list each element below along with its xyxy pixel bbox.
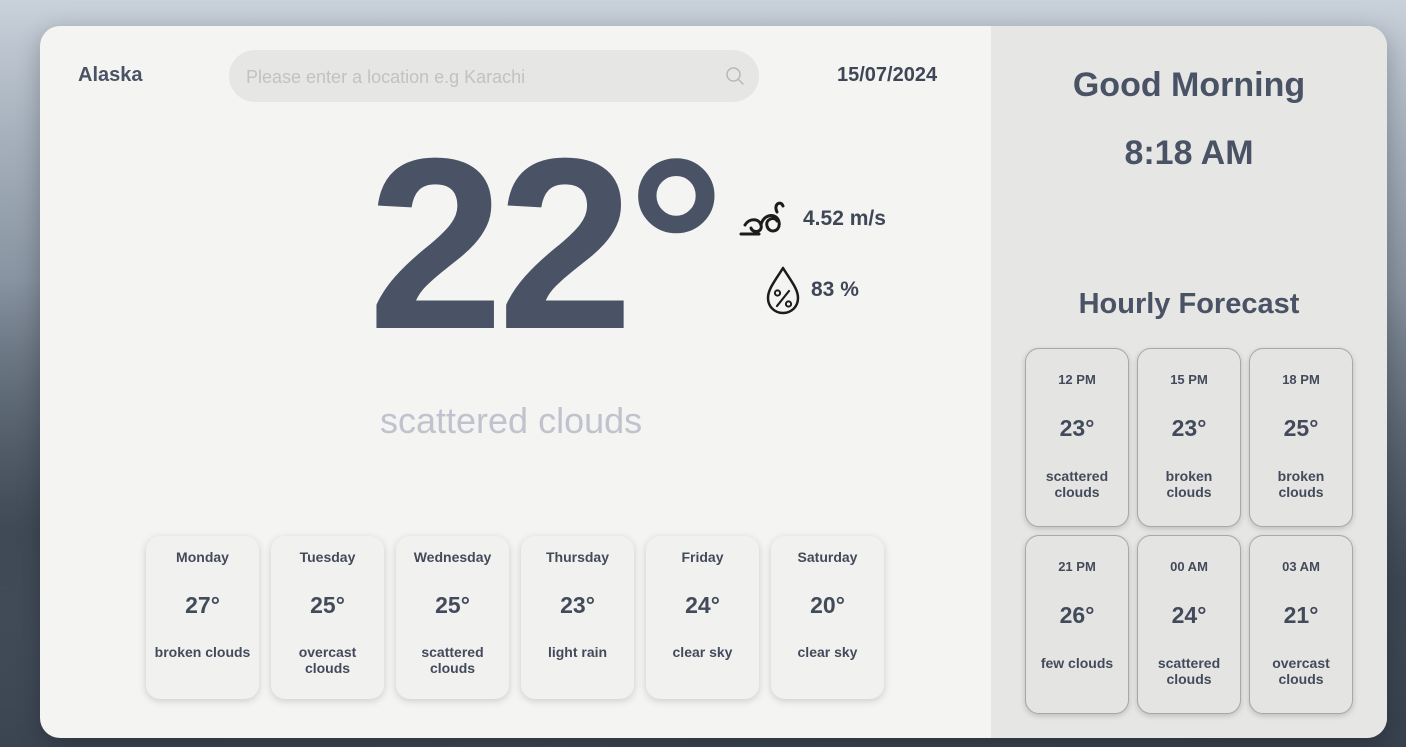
day-name: Saturday bbox=[797, 549, 858, 565]
hour-temperature: 23° bbox=[1171, 415, 1207, 441]
weather-description: scattered clouds bbox=[380, 400, 643, 441]
day-name: Thursday bbox=[545, 549, 609, 565]
day-card-friday: Friday 24° clear sky bbox=[646, 536, 759, 699]
hour-card: 12 PM 23° scattered clouds bbox=[1025, 348, 1129, 527]
greeting-panel: Good Morning 8:18 AM Hourly Forecast 12 … bbox=[991, 26, 1387, 738]
hour-temperature: 26° bbox=[1059, 602, 1095, 628]
hour-temperature: 23° bbox=[1059, 415, 1095, 441]
day-description: scattered clouds bbox=[421, 644, 484, 677]
current-time: 8:18 AM bbox=[1124, 134, 1254, 172]
hour-description: broken clouds bbox=[1165, 468, 1213, 501]
day-temperature: 25° bbox=[310, 592, 345, 618]
greeting-text: Good Morning bbox=[1072, 66, 1306, 104]
hour-description: overcast clouds bbox=[1272, 655, 1330, 688]
search-bar[interactable] bbox=[229, 50, 759, 104]
hour-description: broken clouds bbox=[1277, 468, 1325, 501]
hourly-forecast-grid: 12 PM 23° scattered clouds 15 PM 23° bro… bbox=[1025, 348, 1355, 714]
day-card-saturday: Saturday 20° clear sky bbox=[771, 536, 884, 699]
hour-card: 21 PM 26° few clouds bbox=[1025, 535, 1129, 714]
wind-speed: 4.52 m/s bbox=[803, 207, 886, 230]
humidity-drop-icon bbox=[766, 266, 800, 315]
humidity-value: 83 % bbox=[811, 278, 859, 301]
hour-card: 00 AM 24° scattered clouds bbox=[1137, 535, 1241, 714]
day-temperature: 27° bbox=[185, 592, 220, 618]
hour-temperature: 25° bbox=[1283, 415, 1319, 441]
day-name: Wednesday bbox=[413, 549, 492, 565]
current-date: 15/07/2024 bbox=[837, 64, 938, 86]
hour-card: 15 PM 23° broken clouds bbox=[1137, 348, 1241, 527]
day-name: Friday bbox=[681, 549, 724, 565]
hourly-forecast-title: Hourly Forecast bbox=[1078, 288, 1300, 320]
hour-description: few clouds bbox=[1040, 655, 1114, 671]
hour-card: 03 AM 21° overcast clouds bbox=[1249, 535, 1353, 714]
day-temperature: 24° bbox=[685, 592, 720, 618]
hour-time: 15 PM bbox=[1170, 372, 1208, 387]
day-name: Monday bbox=[176, 549, 229, 565]
search-icon[interactable] bbox=[725, 66, 745, 86]
hour-description: scattered clouds bbox=[1045, 468, 1109, 501]
day-temperature: 25° bbox=[435, 592, 470, 618]
hour-time: 03 AM bbox=[1282, 559, 1320, 574]
weather-card: Alaska 15/07/2024 22° 4.52 m/s 83 % scat… bbox=[40, 26, 1387, 738]
day-temperature: 20° bbox=[810, 592, 845, 618]
wind-icon bbox=[739, 201, 785, 236]
day-card-monday: Monday 27° broken clouds bbox=[146, 536, 259, 699]
hour-description: scattered clouds bbox=[1157, 655, 1221, 688]
day-description: clear sky bbox=[672, 644, 733, 660]
hour-time: 21 PM bbox=[1058, 559, 1096, 574]
day-description: clear sky bbox=[797, 644, 858, 660]
day-description: overcast clouds bbox=[298, 644, 357, 677]
humidity-stat: 83 % bbox=[763, 264, 859, 316]
hour-time: 18 PM bbox=[1282, 372, 1320, 387]
hour-temperature: 21° bbox=[1283, 602, 1319, 628]
day-card-wednesday: Wednesday 25° scattered clouds bbox=[396, 536, 509, 699]
hour-card: 18 PM 25° broken clouds bbox=[1249, 348, 1353, 527]
daily-forecast: Monday 27° broken clouds Tuesday 25° ove… bbox=[146, 536, 884, 699]
hour-time: 12 PM bbox=[1058, 372, 1096, 387]
wind-stat: 4.52 m/s bbox=[737, 194, 886, 244]
day-temperature: 23° bbox=[560, 592, 595, 618]
hour-time: 00 AM bbox=[1170, 559, 1208, 574]
hour-temperature: 24° bbox=[1171, 602, 1207, 628]
day-card-thursday: Thursday 23° light rain bbox=[521, 536, 634, 699]
day-description: broken clouds bbox=[154, 644, 251, 660]
search-input[interactable] bbox=[244, 50, 708, 104]
day-card-tuesday: Tuesday 25° overcast clouds bbox=[271, 536, 384, 699]
current-temperature: 22° bbox=[368, 107, 725, 380]
location-name: Alaska bbox=[78, 64, 143, 86]
day-description: light rain bbox=[547, 644, 608, 660]
day-name: Tuesday bbox=[299, 549, 356, 565]
